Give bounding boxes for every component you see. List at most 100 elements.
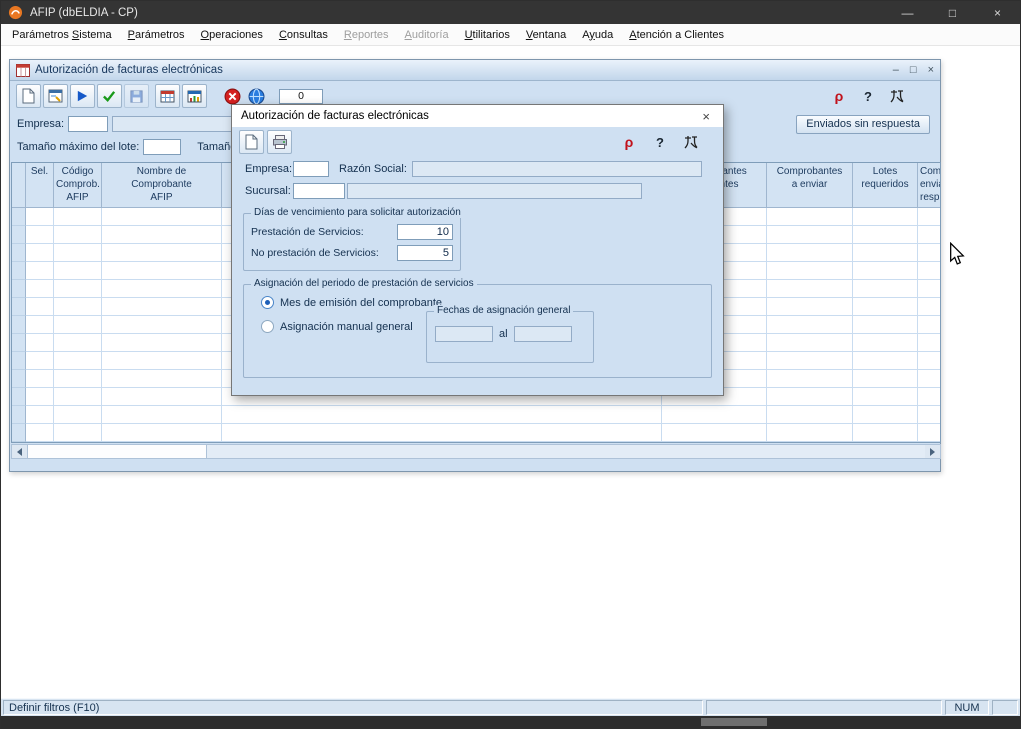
grid-cell[interactable] xyxy=(26,316,54,334)
grid-cell[interactable] xyxy=(54,334,102,352)
grid-cell[interactable] xyxy=(918,208,941,226)
grid-cell[interactable] xyxy=(102,370,222,388)
grid-cell[interactable] xyxy=(26,424,54,442)
help-icon[interactable]: ? xyxy=(649,130,671,154)
grid-cell[interactable] xyxy=(102,406,222,424)
phone-icon[interactable]: ρ xyxy=(618,130,640,154)
grid-cell[interactable] xyxy=(26,352,54,370)
menu-item-0[interactable]: Parámetros Sistema xyxy=(4,26,120,44)
grid-column-header-8[interactable]: Comprobantes enviados sin respuesta xyxy=(918,163,941,208)
dialog-titlebar[interactable]: Autorización de facturas electrónicas × xyxy=(232,105,723,127)
grid-cell[interactable] xyxy=(102,262,222,280)
grid-cell[interactable] xyxy=(102,280,222,298)
tamano-maximo-field[interactable] xyxy=(143,139,181,155)
grid-cell[interactable] xyxy=(853,280,918,298)
grid-cell[interactable] xyxy=(54,370,102,388)
dialog-close-button[interactable]: × xyxy=(698,109,714,124)
shortcuts-icon[interactable] xyxy=(886,84,908,108)
enviados-sin-respuesta-button[interactable]: Enviados sin respuesta xyxy=(796,115,930,134)
sucursal-field[interactable] xyxy=(293,183,345,199)
grid-cell[interactable] xyxy=(918,388,941,406)
child-minimize-button[interactable]: – xyxy=(893,64,899,76)
grid-cell[interactable] xyxy=(26,388,54,406)
grid-cell[interactable] xyxy=(102,388,222,406)
grid-cell[interactable] xyxy=(853,208,918,226)
grid-cell[interactable] xyxy=(853,406,918,424)
menu-item-6[interactable]: Utilitarios xyxy=(457,26,518,44)
menu-item-8[interactable]: Ayuda xyxy=(574,26,621,44)
grid-cell[interactable] xyxy=(853,226,918,244)
grid-cell[interactable] xyxy=(54,226,102,244)
grid-cell[interactable] xyxy=(853,298,918,316)
grid-row-indicator[interactable] xyxy=(12,316,26,334)
grid-cell[interactable] xyxy=(853,244,918,262)
grid-row-indicator[interactable] xyxy=(12,334,26,352)
shortcuts-icon[interactable] xyxy=(680,130,702,154)
grid-cell[interactable] xyxy=(767,226,853,244)
grid-cell[interactable] xyxy=(853,352,918,370)
grid-column-header-3[interactable]: Nombre de Comprobante AFIP xyxy=(102,163,222,208)
mes-emision-radio[interactable] xyxy=(261,296,274,309)
grid-cell[interactable] xyxy=(54,244,102,262)
grid-cell[interactable] xyxy=(54,298,102,316)
grid-cell[interactable] xyxy=(918,316,941,334)
grid-cell[interactable] xyxy=(102,226,222,244)
grid-cell[interactable] xyxy=(26,244,54,262)
grid-cell[interactable] xyxy=(102,424,222,442)
grid-cell[interactable] xyxy=(662,424,767,442)
grid-cell[interactable] xyxy=(102,244,222,262)
grid-column-header-2[interactable]: Código Comprob. AFIP xyxy=(54,163,102,208)
grid-cell[interactable] xyxy=(26,406,54,424)
scroll-thumb[interactable] xyxy=(27,445,207,458)
grid-cell[interactable] xyxy=(54,208,102,226)
menu-item-9[interactable]: Atención a Clientes xyxy=(621,26,732,44)
grid-cell[interactable] xyxy=(853,388,918,406)
grid-cell[interactable] xyxy=(918,262,941,280)
help-icon[interactable]: ? xyxy=(857,84,879,108)
grid-row-indicator[interactable] xyxy=(12,262,26,280)
grid-row-indicator[interactable] xyxy=(12,226,26,244)
grid-cell[interactable] xyxy=(102,208,222,226)
grid-cell[interactable] xyxy=(853,334,918,352)
maximize-button[interactable]: □ xyxy=(930,1,975,24)
grid-cell[interactable] xyxy=(918,370,941,388)
grid-cell[interactable] xyxy=(102,316,222,334)
grid-cell[interactable] xyxy=(26,226,54,244)
grid-cell[interactable] xyxy=(54,262,102,280)
confirm-button[interactable] xyxy=(97,84,122,108)
grid-cell[interactable] xyxy=(26,208,54,226)
grid-row-indicator[interactable] xyxy=(12,298,26,316)
properties-button[interactable] xyxy=(43,84,68,108)
run-button[interactable] xyxy=(70,84,95,108)
grid-cell[interactable] xyxy=(54,280,102,298)
grid-row-indicator[interactable] xyxy=(12,208,26,226)
grid-cell[interactable] xyxy=(26,262,54,280)
grid-cell[interactable] xyxy=(918,280,941,298)
grid-cell[interactable] xyxy=(102,352,222,370)
grid-row-indicator[interactable] xyxy=(12,280,26,298)
grid-cell[interactable] xyxy=(26,370,54,388)
new-document-button[interactable] xyxy=(16,84,41,108)
grid-cell[interactable] xyxy=(767,334,853,352)
grid-cell[interactable] xyxy=(767,388,853,406)
scroll-track[interactable] xyxy=(207,445,925,458)
titlebar[interactable]: AFIP (dbELDIA - CP) — □ × xyxy=(1,1,1020,24)
grid-cell[interactable] xyxy=(767,262,853,280)
grid-row-indicator[interactable] xyxy=(12,424,26,442)
empresa-code-field[interactable] xyxy=(68,116,108,132)
grid-cell[interactable] xyxy=(918,352,941,370)
lot-counter-field[interactable]: 0 xyxy=(279,89,323,104)
grid-cell[interactable] xyxy=(767,406,853,424)
grid-cell[interactable] xyxy=(853,424,918,442)
grid-cell[interactable] xyxy=(54,424,102,442)
grid-cell[interactable] xyxy=(918,244,941,262)
grid-cell[interactable] xyxy=(767,352,853,370)
child-titlebar[interactable]: Autorización de facturas electrónicas – … xyxy=(10,60,940,81)
grid-column-header-0[interactable] xyxy=(12,163,26,208)
prestacion-field[interactable]: 10 xyxy=(397,224,453,240)
menu-item-1[interactable]: Parámetros xyxy=(120,26,193,44)
grid-cell[interactable] xyxy=(26,280,54,298)
grid-column-header-1[interactable]: Sel. xyxy=(26,163,54,208)
grid-cell[interactable] xyxy=(102,334,222,352)
minimize-button[interactable]: — xyxy=(885,1,930,24)
